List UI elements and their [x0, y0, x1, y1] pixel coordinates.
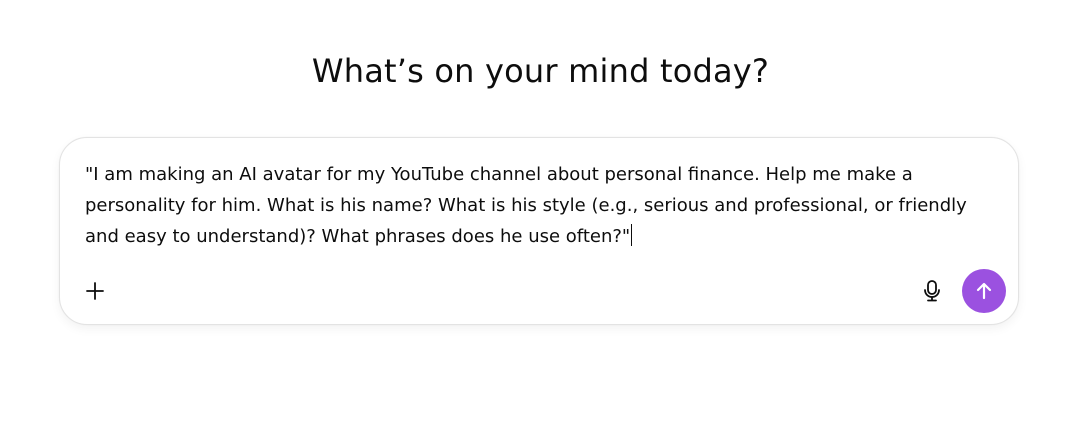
prompt-input-text: "I am making an AI avatar for my YouTube…: [85, 164, 967, 247]
add-attachment-button[interactable]: [82, 278, 108, 304]
text-caret: [631, 224, 633, 246]
plus-icon: [86, 282, 104, 300]
prompt-composer: "I am making an AI avatar for my YouTube…: [59, 137, 1019, 325]
microphone-icon: [924, 280, 940, 302]
arrow-up-icon: [976, 282, 992, 300]
send-button[interactable]: [962, 269, 1006, 313]
voice-input-button[interactable]: [918, 277, 946, 305]
prompt-input[interactable]: "I am making an AI avatar for my YouTube…: [85, 159, 1005, 252]
page-title: What’s on your mind today?: [311, 52, 770, 90]
